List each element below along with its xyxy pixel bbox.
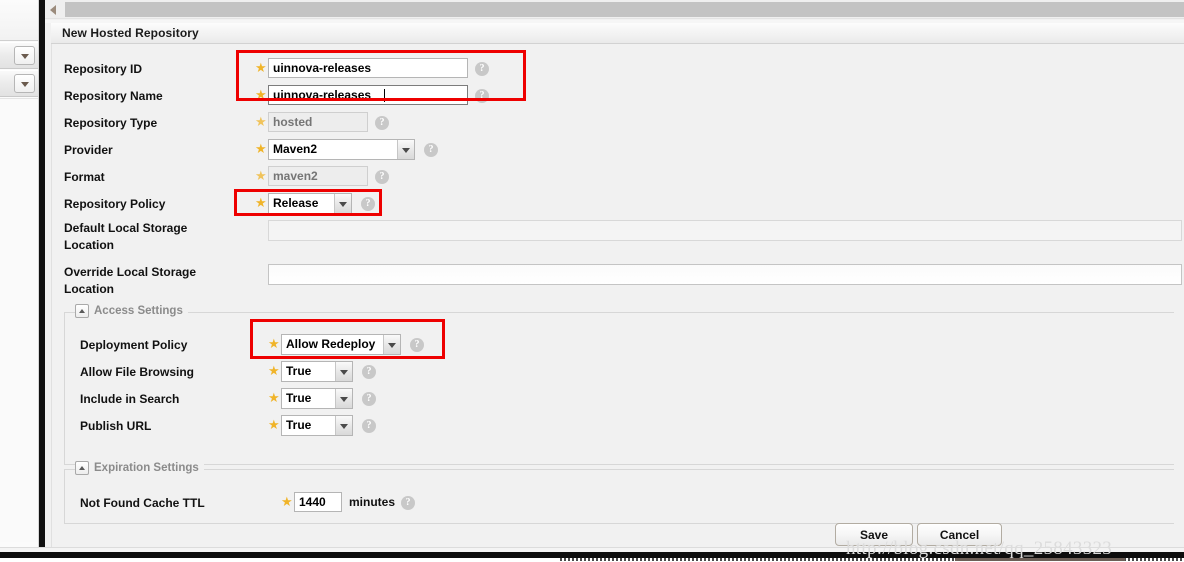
- publish-url-select-value: True: [286, 418, 312, 432]
- publish-url-select[interactable]: True: [281, 415, 353, 436]
- field-row-deployment-policy: Deployment Policy ★ Allow Redeploy ?: [65, 334, 1175, 357]
- repository-id-input[interactable]: [268, 58, 468, 78]
- field-label: Repository ID: [64, 61, 143, 76]
- application-window: New Hosted Repository Repository ID ★ ? …: [0, 0, 1184, 562]
- repository-name-input[interactable]: [268, 85, 468, 105]
- required-star: ★: [255, 195, 267, 210]
- field-label: Allow File Browsing: [80, 365, 195, 379]
- chevron-down-icon[interactable]: [14, 46, 35, 65]
- field-label: Provider: [64, 143, 113, 157]
- field-label: Deployment Policy: [80, 338, 188, 352]
- chevron-down-icon[interactable]: [335, 416, 352, 435]
- repository-policy-select-value: Release: [273, 196, 319, 210]
- help-icon[interactable]: ?: [475, 89, 489, 103]
- provider-select[interactable]: Maven2: [268, 139, 415, 160]
- field-label: Override Local Storage Location: [64, 265, 197, 296]
- default-local-storage-input: [268, 220, 1182, 241]
- allow-file-browsing-select[interactable]: True: [281, 361, 353, 382]
- field-label: Repository Policy: [64, 197, 166, 211]
- field-label: Include in Search: [80, 392, 180, 406]
- chevron-down-icon[interactable]: [334, 194, 351, 213]
- help-icon[interactable]: ?: [424, 143, 438, 157]
- required-star: ★: [268, 336, 280, 351]
- text-caret: [384, 89, 385, 102]
- required-star: ★: [255, 87, 267, 102]
- horizontal-scrollbar[interactable]: [45, 0, 1184, 19]
- allow-file-browsing-select-value: True: [286, 364, 312, 378]
- field-label: Default Local Storage Location: [64, 221, 188, 252]
- chevron-left-icon[interactable]: [48, 3, 61, 16]
- repository-type-input: [268, 112, 368, 132]
- field-row-repository-id: Repository ID ★ ?: [52, 58, 1184, 80]
- required-star: ★: [255, 60, 267, 75]
- required-star: ★: [268, 417, 280, 432]
- deployment-policy-select[interactable]: Allow Redeploy: [281, 334, 401, 355]
- access-settings-legend: Access Settings: [75, 304, 188, 318]
- help-icon[interactable]: ?: [401, 496, 415, 510]
- scrollbar-thumb[interactable]: [65, 2, 1184, 17]
- help-icon[interactable]: ?: [410, 338, 424, 352]
- required-star: ★: [268, 390, 280, 405]
- sidebar-top-stub: [0, 0, 38, 41]
- required-star: ★: [268, 363, 280, 378]
- field-row-publish-url: Publish URL ★ True ?: [65, 415, 1175, 438]
- sidebar-body: [0, 98, 38, 542]
- deployment-policy-select-value: Allow Redeploy: [286, 337, 376, 351]
- required-star: ★: [255, 168, 267, 183]
- expiration-settings-fieldset: Expiration Settings Not Found Cache TTL …: [64, 461, 1175, 524]
- provider-select-value: Maven2: [273, 142, 318, 156]
- expiration-settings-legend: Expiration Settings: [75, 461, 204, 475]
- access-settings-fieldset: Access Settings Deployment Policy ★ Allo…: [64, 304, 1175, 465]
- field-row-default-local-storage: Default Local Storage Location: [52, 220, 1184, 258]
- chevron-down-icon[interactable]: [335, 362, 352, 381]
- ttl-units-label: minutes: [349, 495, 396, 509]
- required-star: ★: [255, 141, 267, 156]
- field-row-include-in-search: Include in Search ★ True ?: [65, 388, 1175, 411]
- chevron-down-icon[interactable]: [14, 74, 35, 93]
- collapse-icon[interactable]: [75, 461, 89, 475]
- chevron-down-icon[interactable]: [397, 140, 414, 159]
- required-star: ★: [281, 494, 293, 509]
- required-star: ★: [255, 114, 267, 129]
- help-icon[interactable]: ?: [362, 365, 376, 379]
- panel-header: New Hosted Repository: [51, 23, 1184, 44]
- help-icon[interactable]: ?: [362, 419, 376, 433]
- chevron-down-icon[interactable]: [335, 389, 352, 408]
- format-input: [268, 166, 368, 186]
- field-label: Publish URL: [80, 419, 152, 433]
- include-in-search-select[interactable]: True: [281, 388, 353, 409]
- collapse-icon[interactable]: [75, 304, 89, 318]
- field-row-repository-policy: Repository Policy ★ Release ?: [52, 193, 1184, 216]
- not-found-cache-ttl-input[interactable]: [294, 492, 342, 512]
- sidebar-collapsed-panel-1[interactable]: [0, 42, 38, 69]
- help-icon[interactable]: ?: [361, 197, 375, 211]
- field-row-repository-type: Repository Type ★ ?: [52, 112, 1184, 134]
- repository-policy-select[interactable]: Release: [268, 193, 352, 214]
- help-icon[interactable]: ?: [475, 62, 489, 76]
- left-sidebar: [0, 0, 39, 552]
- include-in-search-select-value: True: [286, 391, 312, 405]
- watermark-text: http://blog.csdn.net/qq_25843323: [846, 538, 1113, 559]
- field-label: Format: [64, 169, 105, 184]
- override-local-storage-input[interactable]: [268, 264, 1182, 285]
- access-settings-legend-text: Access Settings: [94, 305, 183, 317]
- expiration-settings-legend-text: Expiration Settings: [94, 462, 199, 474]
- field-row-override-local-storage: Override Local Storage Location: [52, 264, 1184, 302]
- help-icon[interactable]: ?: [375, 170, 389, 184]
- chevron-down-icon[interactable]: [383, 335, 400, 354]
- page-title: New Hosted Repository: [62, 26, 199, 40]
- field-row-allow-file-browsing: Allow File Browsing ★ True ?: [65, 361, 1175, 384]
- main-content-panel: New Hosted Repository Repository ID ★ ? …: [45, 0, 1184, 552]
- field-row-provider: Provider ★ Maven2 ?: [52, 139, 1184, 162]
- help-icon[interactable]: ?: [375, 116, 389, 130]
- form-body: Repository ID ★ ? Repository Name ★ ? Re…: [51, 44, 1184, 552]
- sidebar-collapsed-panel-2[interactable]: [0, 70, 38, 97]
- field-label: Not Found Cache TTL: [80, 495, 205, 510]
- field-row-not-found-cache-ttl: Not Found Cache TTL ★ minutes ?: [65, 492, 1175, 514]
- field-row-format: Format ★ ?: [52, 166, 1184, 188]
- help-icon[interactable]: ?: [362, 392, 376, 406]
- field-label: Repository Type: [64, 115, 158, 130]
- field-label: Repository Name: [64, 88, 163, 103]
- field-row-repository-name: Repository Name ★ ?: [52, 85, 1184, 107]
